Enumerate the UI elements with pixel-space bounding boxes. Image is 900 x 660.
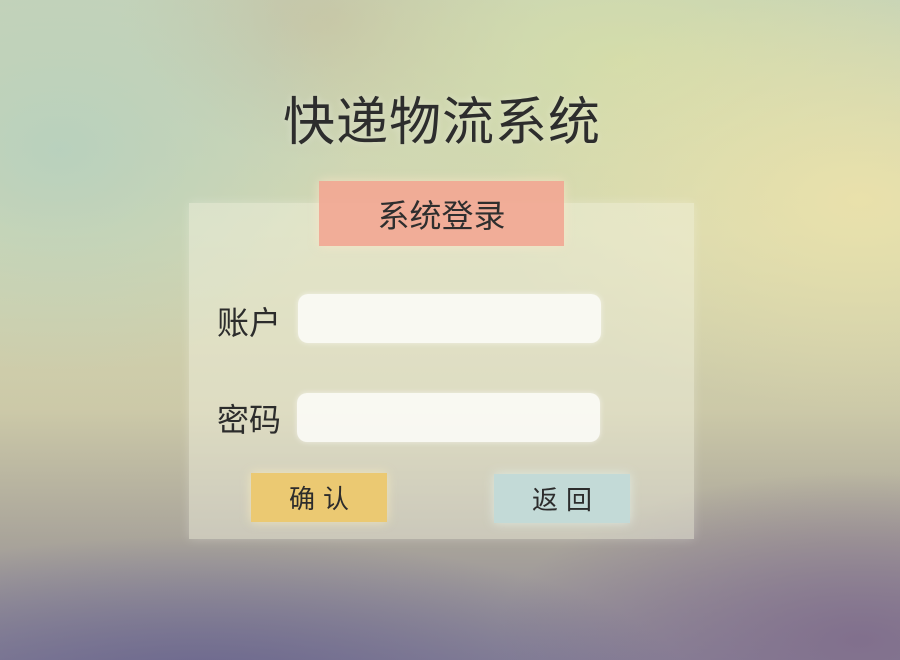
- password-input[interactable]: [297, 393, 600, 442]
- password-label: 密码: [217, 401, 282, 439]
- confirm-button-label: 确认: [288, 485, 357, 515]
- confirm-button[interactable]: 确认: [251, 473, 387, 522]
- login-banner: 系统登录: [319, 181, 564, 246]
- app-title: 快递物流系统: [282, 93, 601, 153]
- account-label: 账户: [217, 304, 282, 342]
- back-button[interactable]: 返回: [494, 474, 630, 523]
- account-input[interactable]: [298, 294, 601, 343]
- login-banner-label: 系统登录: [377, 196, 506, 235]
- back-button-label: 返回: [531, 486, 600, 516]
